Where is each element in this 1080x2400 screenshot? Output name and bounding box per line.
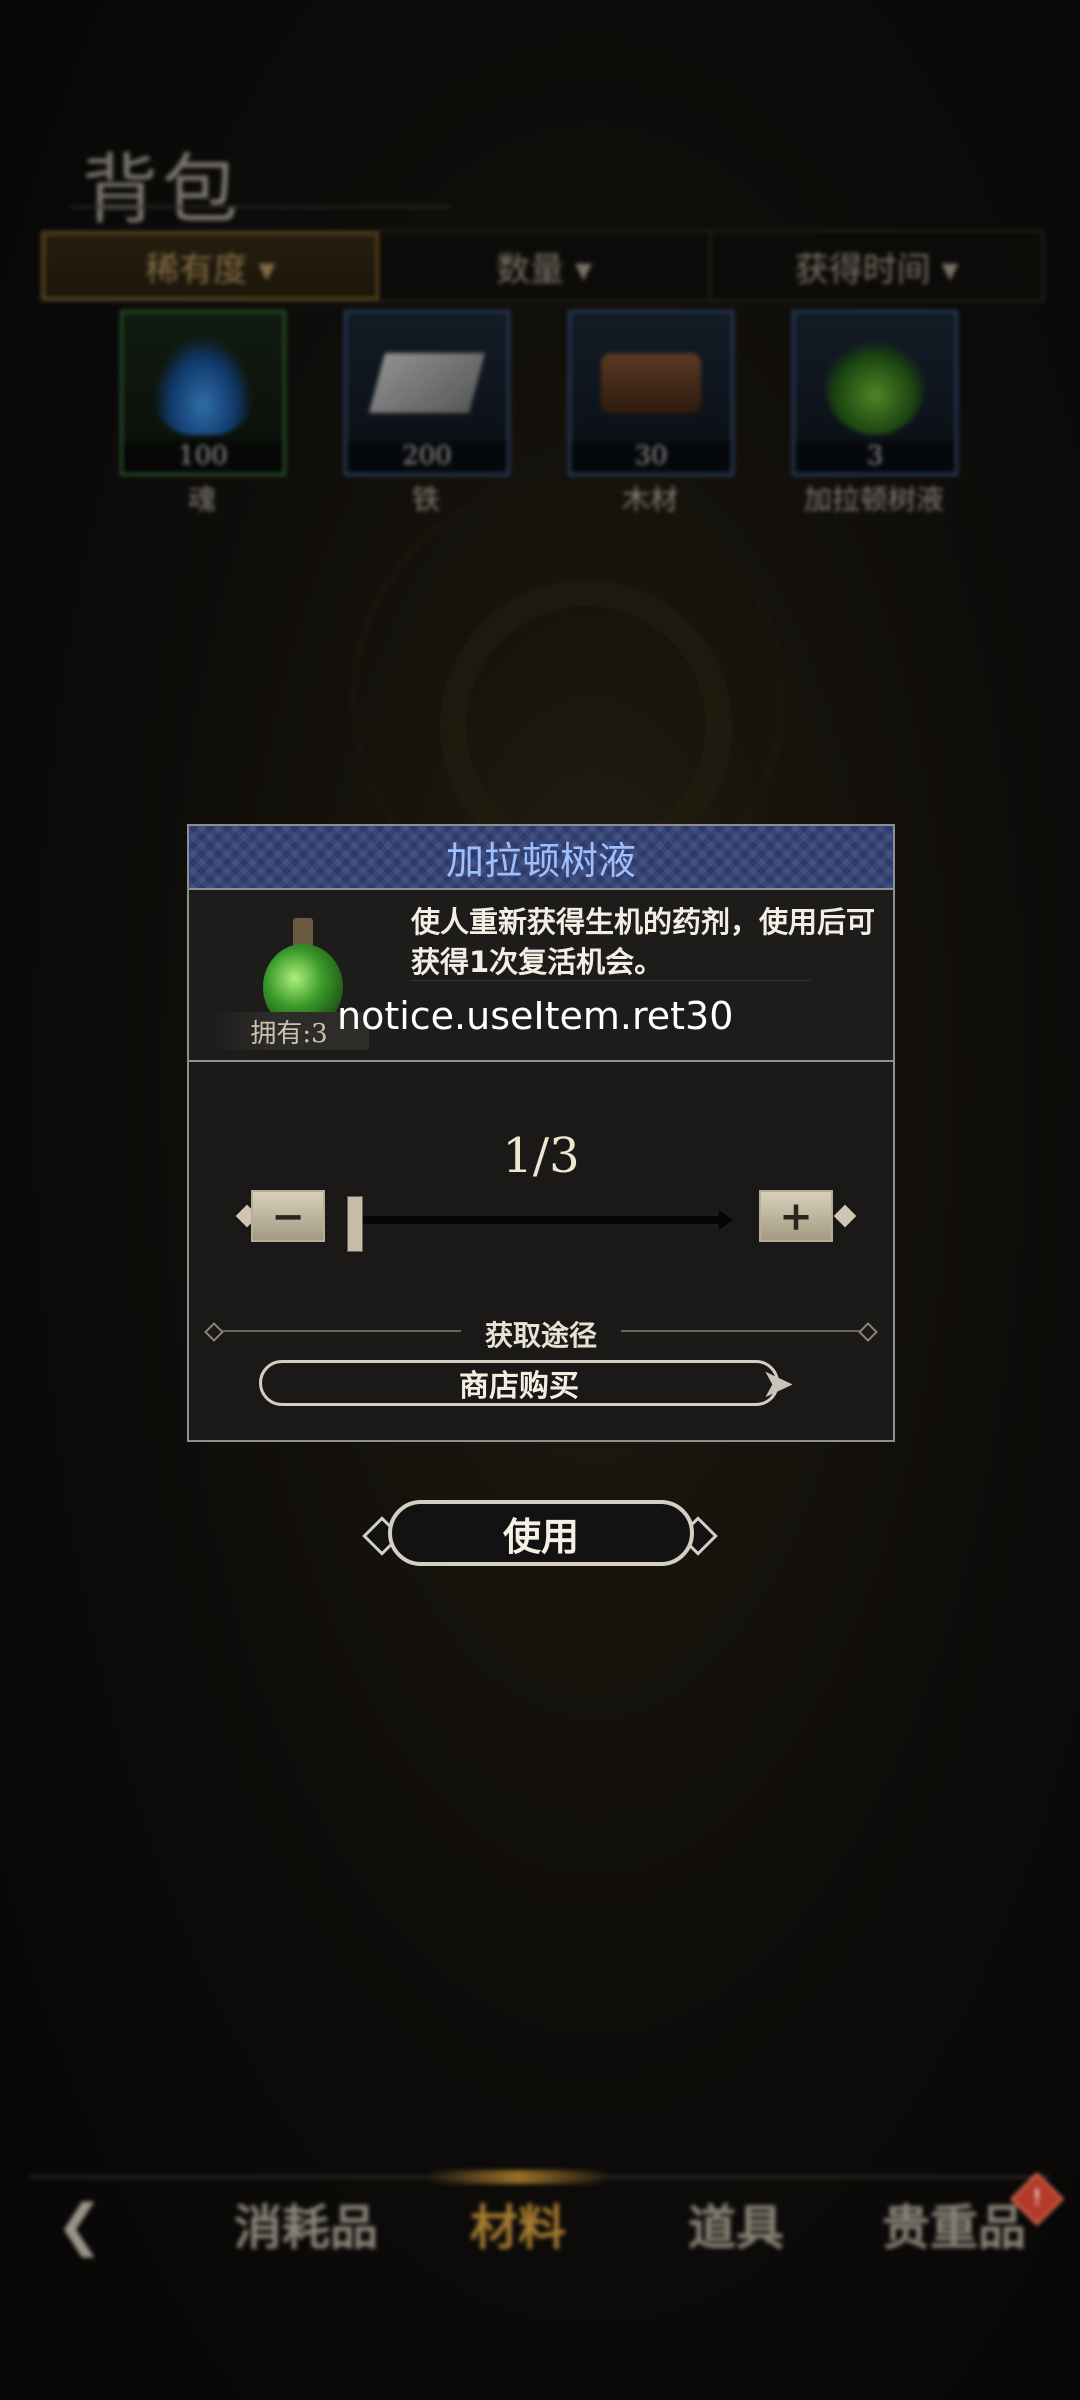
minus-icon: − [251, 1190, 325, 1242]
plus-icon: + [759, 1190, 833, 1242]
tab-materials[interactable]: 材料 [470, 2188, 566, 2258]
increase-button[interactable]: + [759, 1190, 857, 1242]
item-info-panel: 拥有:3 使人重新获得生机的药剂，使用后可获得1次复活机会。 notice.us… [189, 890, 893, 1062]
notice-text: notice.useItem.ret30 [337, 994, 734, 1038]
badge-text: ! [1032, 2186, 1042, 2211]
tab-consumables[interactable]: 消耗品 [234, 2188, 378, 2258]
tab-tools[interactable]: 道具 [688, 2188, 784, 2258]
slider-handle[interactable] [347, 1196, 363, 1252]
use-button[interactable]: 使用 [388, 1500, 694, 1566]
decrease-button[interactable]: − [233, 1190, 325, 1242]
quantity-slider[interactable] [359, 1210, 733, 1230]
active-tab-glow [428, 2170, 608, 2184]
item-detail-dialog: 加拉顿树液 拥有:3 使人重新获得生机的药剂，使用后可获得1次复活机会。 not… [187, 824, 895, 1442]
tab-valuables[interactable]: 贵重品 [882, 2188, 1026, 2258]
dialog-title: 加拉顿树液 [189, 826, 893, 890]
description-divider [411, 980, 811, 981]
source-label: 获取途径 [484, 1319, 597, 1352]
quantity-display: 1/3 [502, 1128, 580, 1184]
arrow-right-icon[interactable]: ➤ [761, 1362, 813, 1406]
bottom-nav: 消耗品 材料 道具 贵重品 [0, 2188, 1080, 2278]
item-description: 使人重新获得生机的药剂，使用后可获得1次复活机会。 [411, 905, 876, 979]
shop-purchase-button[interactable]: 商店购买 [259, 1360, 779, 1406]
